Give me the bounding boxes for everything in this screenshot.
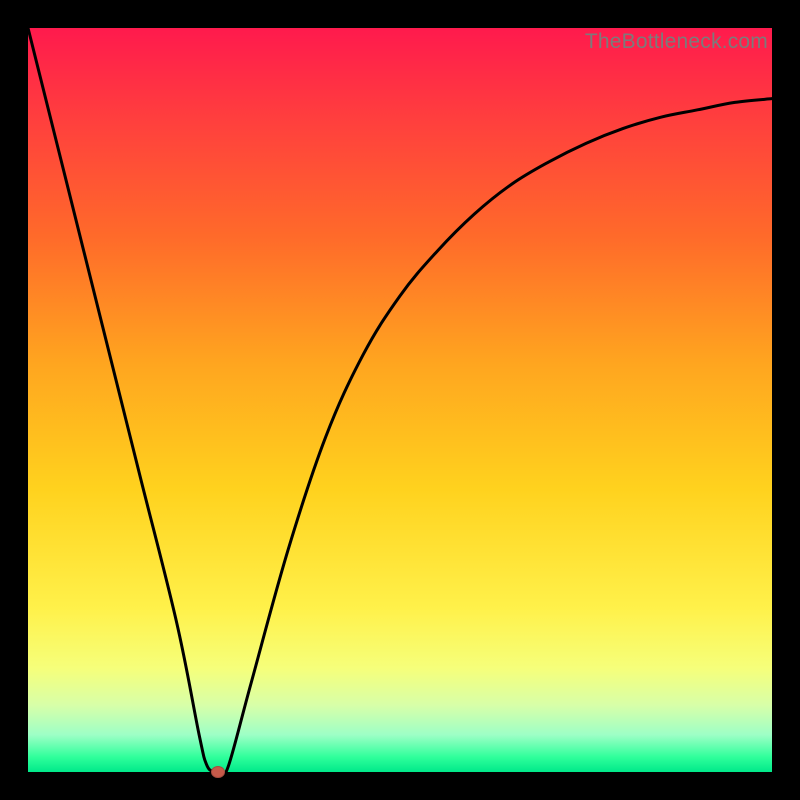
chart-frame: TheBottleneck.com [0,0,800,800]
plot-area: TheBottleneck.com [28,28,772,772]
bottleneck-curve [28,28,772,772]
curve-svg [28,28,772,772]
optimal-point-marker [211,766,225,778]
